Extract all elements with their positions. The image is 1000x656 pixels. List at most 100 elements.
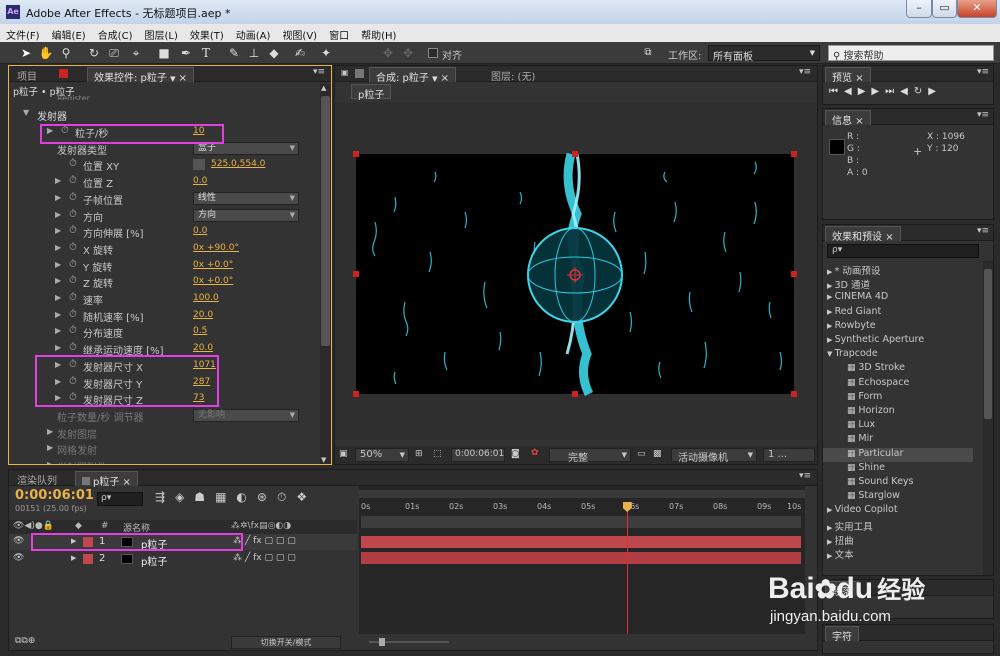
resolution-icon[interactable]: ▣ xyxy=(339,449,348,459)
property-value[interactable]: 0.5 xyxy=(193,326,207,336)
table-row[interactable]: 👁 ▶ 2 p粒子 ⁂ ╱ fx ▢ ▢ ▢ xyxy=(9,551,357,568)
expand-triangle-icon[interactable]: ▶ xyxy=(55,326,61,335)
effects-tree-item[interactable]: ▦ Mir xyxy=(823,433,973,447)
frame-blend-icon[interactable]: ▦ xyxy=(215,490,236,504)
effects-tree-item[interactable]: ▦ Echospace xyxy=(823,377,973,391)
stopwatch-icon[interactable]: ⏱ xyxy=(69,275,77,286)
effects-tree-item[interactable]: ▶ 实用工具 xyxy=(823,519,973,533)
timeline-search-input[interactable]: ρ▾ xyxy=(97,492,143,506)
expand-triangle-icon[interactable]: ▶ xyxy=(55,176,61,185)
effects-tree-item[interactable]: ▶ 3D 通道 xyxy=(823,277,973,291)
effects-tree-item[interactable]: ▦ 3D Stroke xyxy=(823,362,973,376)
expand-triangle-icon[interactable]: ▶ xyxy=(827,552,835,560)
property-value[interactable]: 0x +0.0° xyxy=(193,276,233,286)
zoom-thumb[interactable] xyxy=(379,638,385,646)
expand-triangle-icon[interactable]: ▶ xyxy=(55,193,61,202)
timeline-bottom-icons[interactable]: ⧉⧉⊕ xyxy=(15,636,35,646)
property-value[interactable]: 0x +0.0° xyxy=(193,260,233,270)
layer-1-bar[interactable] xyxy=(361,536,801,548)
camera-select[interactable]: 活动摄像机 ▼ xyxy=(671,448,757,464)
last-frame-icon[interactable]: ⏭ xyxy=(885,86,900,97)
effects-tree-item[interactable]: ▶ * 动画预设 xyxy=(823,263,973,277)
expand-triangle-icon[interactable]: ▶ xyxy=(71,554,76,562)
effects-tree-item[interactable]: ▼ Trapcode xyxy=(823,348,973,362)
clone-stamp-tool-icon[interactable]: ⊥ xyxy=(246,45,262,61)
time-ruler[interactable]: 0s 01s 02s 03s 04s 05s 06s 07s 08s 09s 10s xyxy=(359,502,805,514)
menu-item[interactable]: 编辑(E) xyxy=(46,24,92,42)
menu-item[interactable]: 窗口 xyxy=(323,24,355,42)
camera-tool-icon[interactable]: ⎚ xyxy=(106,45,122,61)
menu-item[interactable]: 视图(V) xyxy=(276,24,323,42)
effects-tree-item[interactable]: ▶ Red Giant xyxy=(823,306,973,320)
expand-triangle-icon[interactable]: ▶ xyxy=(827,268,835,276)
close-icon[interactable]: × xyxy=(179,73,187,84)
expand-triangle-icon[interactable]: ▶ xyxy=(827,282,835,290)
time-graph[interactable]: 0s 01s 02s 03s 04s 05s 06s 07s 08s 09s 10s xyxy=(359,486,805,634)
help-search-input[interactable]: ⚲ 搜索帮助 xyxy=(828,45,994,62)
grid-icon[interactable]: ⊞ xyxy=(415,449,423,459)
effects-tree-item[interactable]: ▦ Sound Keys xyxy=(823,476,973,490)
expand-triangle-icon[interactable]: ▶ xyxy=(55,210,61,219)
expand-triangle-icon[interactable]: ▶ xyxy=(827,293,835,301)
expand-triangle-icon[interactable]: ▶ xyxy=(55,226,61,235)
scroll-down-icon[interactable]: ▼ xyxy=(321,456,326,464)
expand-triangle-icon[interactable]: ▶ xyxy=(827,322,835,330)
zoom-tool-icon[interactable]: ⚲ xyxy=(58,45,74,61)
stopwatch-icon[interactable]: ⏱ xyxy=(69,209,77,220)
effects-tree-item[interactable]: ▶ 文本 xyxy=(823,547,973,561)
effect-scrollbar[interactable]: ▲ ▼ xyxy=(320,84,331,464)
stopwatch-icon[interactable]: ⏱ xyxy=(277,490,296,504)
transparency-grid-icon[interactable]: ▩ xyxy=(653,449,662,459)
effects-tree-item[interactable]: ▶ Rowbyte xyxy=(823,320,973,334)
property-select[interactable]: 无影响 xyxy=(193,408,299,422)
stopwatch-icon[interactable]: ⏱ xyxy=(69,342,77,353)
effects-tree-item[interactable]: ▦ Lux xyxy=(823,419,973,433)
effects-tree-item[interactable]: ▦ Shine xyxy=(823,462,973,476)
expand-triangle-icon[interactable]: ▼ xyxy=(827,350,835,358)
stopwatch-icon[interactable]: ⏱ xyxy=(69,292,77,303)
work-area-bar[interactable] xyxy=(359,490,805,498)
tab-composition[interactable]: 合成: p粒子 ▼ × xyxy=(369,67,457,84)
selection-tool-icon[interactable]: ➤ xyxy=(18,45,34,61)
property-value[interactable]: 100.0 xyxy=(193,293,219,303)
shape-tool-icon[interactable]: ■ xyxy=(156,45,172,61)
expand-triangle-icon[interactable]: ▶ xyxy=(47,427,53,436)
scroll-thumb[interactable] xyxy=(321,96,330,346)
expand-triangle-icon[interactable]: ▶ xyxy=(47,443,53,452)
stopwatch-icon[interactable]: ⏱ xyxy=(69,259,77,270)
eraser-tool-icon[interactable]: ◆ xyxy=(266,45,282,61)
tab-info[interactable]: 信息 × xyxy=(825,110,871,127)
quality-select[interactable]: 完整 ▼ xyxy=(549,448,631,464)
expand-triangle-icon[interactable]: ▶ xyxy=(827,308,835,316)
effects-tree-item[interactable]: ▶ CINEMA 4D xyxy=(823,291,973,305)
snap-checkbox[interactable] xyxy=(428,48,438,58)
shy-icon[interactable]: ☗ xyxy=(194,490,215,504)
expand-triangle-icon[interactable]: ▶ xyxy=(47,460,53,464)
expand-triangle-icon[interactable]: ▶ xyxy=(55,260,61,269)
comp-chip[interactable]: p粒子 xyxy=(351,84,392,101)
layer-2-bar[interactable] xyxy=(361,552,801,564)
graph-editor-icon[interactable]: ⊛ xyxy=(257,490,277,504)
close-icon[interactable]: × xyxy=(855,73,863,84)
minimize-button[interactable]: – xyxy=(906,0,932,18)
close-icon[interactable]: × xyxy=(855,116,863,127)
view-layout-select[interactable]: 1 ... xyxy=(763,448,815,462)
stopwatch-icon[interactable]: ⏱ xyxy=(69,309,77,320)
pen-tool-icon[interactable]: ✒ xyxy=(178,45,194,61)
stopwatch-icon[interactable]: ⏱ xyxy=(69,325,77,336)
viewer-timecode[interactable]: 0:00:06:01 xyxy=(451,448,505,462)
work-area-range[interactable] xyxy=(361,516,801,528)
tab-render-queue[interactable]: 渲染队列 xyxy=(11,471,63,487)
crosshair-icon[interactable] xyxy=(193,159,205,171)
panel-menu-icon[interactable]: ▾≡ xyxy=(977,226,989,236)
stopwatch-icon[interactable]: ⏱ xyxy=(69,242,77,253)
property-select[interactable]: 方向 xyxy=(193,208,299,222)
label-color[interactable] xyxy=(83,554,93,564)
tab-character[interactable]: 字符 xyxy=(825,626,859,643)
puppet-tool-icon[interactable]: ✦ xyxy=(318,45,334,61)
expand-triangle-icon[interactable]: ▶ xyxy=(827,538,835,546)
menu-item[interactable]: 效果(T) xyxy=(184,24,230,42)
panel-menu-icon[interactable]: ▾≡ xyxy=(799,67,811,77)
playhead[interactable] xyxy=(622,502,632,634)
panel-menu-icon[interactable]: ▾≡ xyxy=(977,110,989,120)
